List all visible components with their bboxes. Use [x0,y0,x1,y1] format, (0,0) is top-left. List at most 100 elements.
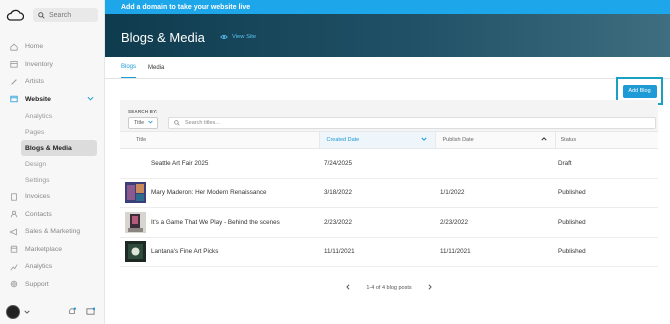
pagination-summary: 1-4 of 4 blog posts [366,285,412,291]
created-date-cell: 7/24/2025 [319,148,435,179]
brush-icon [9,77,18,86]
column-header-label: Status [560,137,577,143]
blog-title: Seattle Art Fair 2025 [151,159,209,167]
sidebar-search[interactable]: Search [33,8,98,22]
search-titles-input[interactable]: Search titles... [168,117,656,129]
view-site-link[interactable]: View Site [220,34,256,40]
tab-media[interactable]: Media [148,65,164,78]
sidebar-item-label: Analytics [25,263,53,271]
account-area [6,305,101,319]
blog-thumbnail [125,241,146,263]
blog-list-panel: SEARCH BY: Title Search titles... Title … [120,100,658,300]
blog-thumbnail [125,182,146,204]
blog-thumbnail [125,153,146,174]
main-content: Add a domain to take your website live B… [105,0,670,324]
blog-table: Title Created Date Publish Date Status S… [120,131,658,267]
sidebar-item-label: Support [25,280,49,288]
megaphone-icon [9,227,18,236]
domain-banner[interactable]: Add a domain to take your website live [105,0,670,14]
status-cell: Published [555,237,658,267]
table-row[interactable]: It's a Game That We Play - Behind the sc… [120,207,658,238]
search-icon [38,11,45,19]
search-titles-placeholder: Search titles... [185,120,220,126]
sidebar-item-contacts[interactable]: Contacts [0,206,104,224]
person-icon [9,210,18,219]
sidebar-item-sales-marketing[interactable]: Sales & Marketing [0,223,104,241]
home-icon [9,42,18,51]
publish-date-cell [435,148,555,179]
sidebar-item-label: Inventory [25,60,53,68]
chart-icon [9,262,18,271]
sidebar-item-invoices[interactable]: Invoices [0,188,104,206]
invoice-icon [9,192,18,201]
created-date-cell: 2/23/2022 [319,207,435,238]
column-header-status[interactable]: Status [554,131,658,149]
table-row[interactable]: Seattle Art Fair 2025 7/24/2025 Draft [120,148,658,179]
sidebar-subitem-analytics[interactable]: Analytics [0,108,104,124]
search-icon [174,120,180,126]
page-header: Blogs & Media View Site [105,14,670,57]
eye-icon [220,34,228,40]
sidebar-item-inventory[interactable]: Inventory [0,56,104,74]
status-cell: Published [555,207,658,238]
sidebar-item-label: Marketplace [25,245,63,253]
column-header-label: Publish Date [442,137,474,143]
publish-date-cell: 2/23/2022 [435,207,555,238]
domain-banner-text: Add a domain to take your website live [121,3,251,11]
website-icon [9,95,18,104]
column-header-title[interactable]: Title [120,131,319,149]
sidebar-item-label: Contacts [25,210,52,218]
sidebar-subitem-settings[interactable]: Settings [0,172,104,188]
page-title: Blogs & Media [121,30,205,45]
column-header-publish-date[interactable]: Publish Date [434,131,555,149]
filter-bar: SEARCH BY: Title Search titles... [120,100,658,131]
sidebar-item-artists[interactable]: Artists [0,73,104,91]
sidebar: Search Home Inventory Artists Website An… [0,0,105,324]
sidebar-item-label: Artists [25,78,44,86]
table-row[interactable]: Lantana's Fine Art Picks 11/11/2021 11/1… [120,237,658,267]
table-header-row: Title Created Date Publish Date Status [120,131,658,149]
sort-desc-icon[interactable] [420,137,427,143]
pagination: 1-4 of 4 blog posts [120,284,658,292]
sidebar-item-marketplace[interactable]: Marketplace [0,241,104,259]
cloud-logo-icon[interactable] [6,8,25,22]
search-by-label: SEARCH BY: [128,109,158,114]
table-row[interactable]: Mary Maderon: Her Modern Renaissance 3/1… [120,178,658,208]
sidebar-subitem-blogs-media[interactable]: Blogs & Media [21,140,97,156]
search-field-value: Title [134,120,145,126]
add-blog-button[interactable]: Add Blog [622,84,657,98]
chevron-down-icon [148,120,153,126]
sort-asc-icon[interactable] [540,137,547,143]
sidebar-item-support[interactable]: Support [0,276,104,294]
sidebar-subitem-design[interactable]: Design [0,156,104,172]
sidebar-item-label: Website [25,95,51,103]
tab-bar: Blogs Media [105,57,670,79]
created-date-cell: 3/18/2022 [319,178,435,208]
inventory-icon [9,60,18,69]
avatar[interactable] [6,305,20,319]
chevron-down-icon[interactable] [87,96,94,103]
view-site-label: View Site [232,34,257,40]
sidebar-item-home[interactable]: Home [0,38,104,56]
column-header-label: Created Date [326,137,360,143]
bell-icon[interactable] [68,307,76,318]
blog-title: Mary Maderon: Her Modern Renaissance [151,189,267,197]
sidebar-search-placeholder: Search [49,11,72,19]
column-header-created-date[interactable]: Created Date [318,131,435,149]
sidebar-item-label: Sales & Marketing [25,228,81,236]
chevron-right-icon[interactable] [428,284,432,292]
tab-blogs[interactable]: Blogs [121,64,137,78]
search-field-select[interactable]: Title [128,117,158,129]
sidebar-nav: Home Inventory Artists Website Analytics… [0,38,104,293]
blog-title: Lantana's Fine Art Picks [151,248,219,256]
chevron-left-icon[interactable] [346,284,350,292]
sidebar-item-analytics[interactable]: Analytics [0,258,104,276]
chevron-down-icon[interactable] [24,309,30,316]
message-icon[interactable] [86,307,96,318]
sidebar-subitem-pages[interactable]: Pages [0,124,104,140]
publish-date-cell: 11/11/2021 [435,237,555,267]
sidebar-item-website[interactable]: Website [0,91,104,109]
column-header-label: Title [136,137,147,143]
blog-title: It's a Game That We Play - Behind the sc… [151,218,280,226]
sidebar-item-label: Invoices [25,193,50,201]
